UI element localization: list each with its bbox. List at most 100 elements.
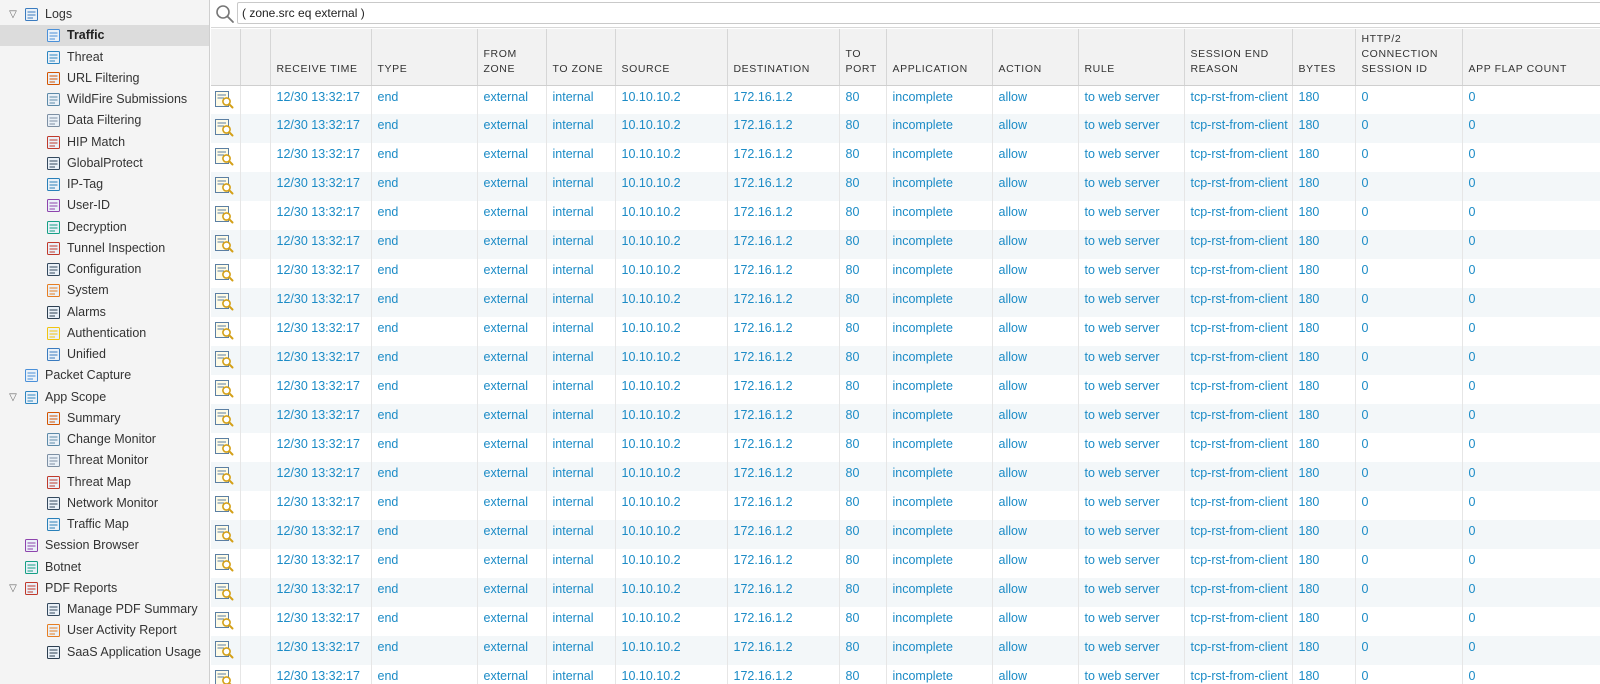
- sidebar-item-network-monitor[interactable]: Network Monitor: [0, 493, 209, 514]
- cell-bytes[interactable]: 180: [1292, 201, 1356, 230]
- cell-destination[interactable]: 172.16.1.2: [727, 607, 840, 636]
- cell-to-port[interactable]: 80: [839, 607, 887, 636]
- cell-session-end-reason[interactable]: tcp-rst-from-client: [1184, 114, 1293, 143]
- log-detail-magnifier-icon[interactable]: [214, 581, 239, 601]
- cell-session-end-reason[interactable]: tcp-rst-from-client: [1184, 85, 1293, 114]
- cell-destination[interactable]: 172.16.1.2: [727, 143, 840, 172]
- detail-view-cell[interactable]: [211, 114, 241, 143]
- cell-to-zone[interactable]: internal: [546, 404, 616, 433]
- cell-to-zone[interactable]: internal: [546, 230, 616, 259]
- log-detail-magnifier-icon[interactable]: [214, 89, 239, 109]
- cell-from-zone[interactable]: external: [477, 665, 547, 684]
- cell-from-zone[interactable]: external: [477, 491, 547, 520]
- cell-to-zone[interactable]: internal: [546, 549, 616, 578]
- cell-session-end-reason[interactable]: tcp-rst-from-client: [1184, 578, 1293, 607]
- cell-app-flap-count[interactable]: 0: [1462, 491, 1600, 520]
- cell-action[interactable]: allow: [992, 288, 1079, 317]
- cell-rule[interactable]: to web server: [1078, 85, 1185, 114]
- sidebar-item-hip-match[interactable]: HIP Match: [0, 132, 209, 153]
- cell-type[interactable]: end: [371, 578, 478, 607]
- cell-to-port[interactable]: 80: [839, 404, 887, 433]
- cell-application[interactable]: incomplete: [886, 259, 993, 288]
- cell-to-port[interactable]: 80: [839, 259, 887, 288]
- cell-to-zone[interactable]: internal: [546, 491, 616, 520]
- cell-source[interactable]: 10.10.10.2: [615, 375, 728, 404]
- sidebar-item-user-activity-report[interactable]: User Activity Report: [0, 620, 209, 641]
- cell-from-zone[interactable]: external: [477, 578, 547, 607]
- sidebar-item-saas-application-usage[interactable]: SaaS Application Usage: [0, 642, 209, 663]
- cell-bytes[interactable]: 180: [1292, 114, 1356, 143]
- detail-view-cell[interactable]: [211, 607, 241, 636]
- cell-session-end-reason[interactable]: tcp-rst-from-client: [1184, 404, 1293, 433]
- cell-rule[interactable]: to web server: [1078, 230, 1185, 259]
- cell-from-zone[interactable]: external: [477, 230, 547, 259]
- log-detail-magnifier-icon[interactable]: [214, 639, 239, 659]
- cell-rule[interactable]: to web server: [1078, 201, 1185, 230]
- cell-http2-connection-session-id[interactable]: 0: [1355, 230, 1463, 259]
- table-row[interactable]: 12/30 13:32:17 end external internal 10.10.1…: [211, 346, 1600, 375]
- cell-http2-connection-session-id[interactable]: 0: [1355, 375, 1463, 404]
- cell-receive-time[interactable]: 12/30 13:32:17: [270, 433, 372, 462]
- cell-session-end-reason[interactable]: tcp-rst-from-client: [1184, 433, 1293, 462]
- cell-bytes[interactable]: 180: [1292, 578, 1356, 607]
- cell-application[interactable]: incomplete: [886, 433, 993, 462]
- cell-from-zone[interactable]: external: [477, 259, 547, 288]
- cell-session-end-reason[interactable]: tcp-rst-from-client: [1184, 607, 1293, 636]
- sidebar-item-threat-monitor[interactable]: Threat Monitor: [0, 450, 209, 471]
- cell-source[interactable]: 10.10.10.2: [615, 143, 728, 172]
- cell-receive-time[interactable]: 12/30 13:32:17: [270, 201, 372, 230]
- cell-from-zone[interactable]: external: [477, 317, 547, 346]
- cell-app-flap-count[interactable]: 0: [1462, 288, 1600, 317]
- cell-app-flap-count[interactable]: 0: [1462, 404, 1600, 433]
- table-row[interactable]: 12/30 13:32:17 end external internal 10.10.1…: [211, 85, 1600, 114]
- cell-http2-connection-session-id[interactable]: 0: [1355, 549, 1463, 578]
- cell-receive-time[interactable]: 12/30 13:32:17: [270, 491, 372, 520]
- cell-source[interactable]: 10.10.10.2: [615, 433, 728, 462]
- sidebar-item-botnet[interactable]: Botnet: [0, 557, 209, 578]
- cell-to-port[interactable]: 80: [839, 230, 887, 259]
- table-row[interactable]: 12/30 13:32:17 end external internal 10.10.1…: [211, 404, 1600, 433]
- cell-type[interactable]: end: [371, 317, 478, 346]
- cell-bytes[interactable]: 180: [1292, 607, 1356, 636]
- cell-from-zone[interactable]: external: [477, 607, 547, 636]
- cell-application[interactable]: incomplete: [886, 665, 993, 684]
- cell-source[interactable]: 10.10.10.2: [615, 491, 728, 520]
- cell-destination[interactable]: 172.16.1.2: [727, 201, 840, 230]
- cell-rule[interactable]: to web server: [1078, 665, 1185, 684]
- cell-to-port[interactable]: 80: [839, 462, 887, 491]
- sidebar-item-ip-tag[interactable]: IP-Tag: [0, 174, 209, 195]
- detail-view-cell[interactable]: [211, 259, 241, 288]
- detail-view-cell[interactable]: [211, 520, 241, 549]
- cell-destination[interactable]: 172.16.1.2: [727, 259, 840, 288]
- cell-type[interactable]: end: [371, 665, 478, 684]
- cell-from-zone[interactable]: external: [477, 462, 547, 491]
- detail-view-cell[interactable]: [211, 172, 241, 201]
- cell-from-zone[interactable]: external: [477, 85, 547, 114]
- cell-bytes[interactable]: 180: [1292, 85, 1356, 114]
- cell-http2-connection-session-id[interactable]: 0: [1355, 665, 1463, 684]
- log-detail-magnifier-icon[interactable]: [214, 378, 239, 398]
- cell-destination[interactable]: 172.16.1.2: [727, 665, 840, 684]
- cell-source[interactable]: 10.10.10.2: [615, 346, 728, 375]
- cell-to-zone[interactable]: internal: [546, 636, 616, 665]
- cell-action[interactable]: allow: [992, 114, 1079, 143]
- cell-rule[interactable]: to web server: [1078, 520, 1185, 549]
- column-header-source[interactable]: SOURCE: [615, 29, 728, 86]
- cell-type[interactable]: end: [371, 85, 478, 114]
- cell-http2-connection-session-id[interactable]: 0: [1355, 288, 1463, 317]
- sidebar-item-data-filtering[interactable]: Data Filtering: [0, 110, 209, 131]
- cell-application[interactable]: incomplete: [886, 578, 993, 607]
- sidebar-item-threat[interactable]: Threat: [0, 47, 209, 68]
- cell-destination[interactable]: 172.16.1.2: [727, 578, 840, 607]
- search-icon[interactable]: [215, 4, 235, 24]
- cell-app-flap-count[interactable]: 0: [1462, 375, 1600, 404]
- cell-rule[interactable]: to web server: [1078, 114, 1185, 143]
- cell-app-flap-count[interactable]: 0: [1462, 230, 1600, 259]
- cell-action[interactable]: allow: [992, 85, 1079, 114]
- cell-from-zone[interactable]: external: [477, 201, 547, 230]
- log-detail-magnifier-icon[interactable]: [214, 175, 239, 195]
- detail-view-cell[interactable]: [211, 317, 241, 346]
- detail-view-cell[interactable]: [211, 143, 241, 172]
- cell-to-zone[interactable]: internal: [546, 462, 616, 491]
- cell-to-port[interactable]: 80: [839, 172, 887, 201]
